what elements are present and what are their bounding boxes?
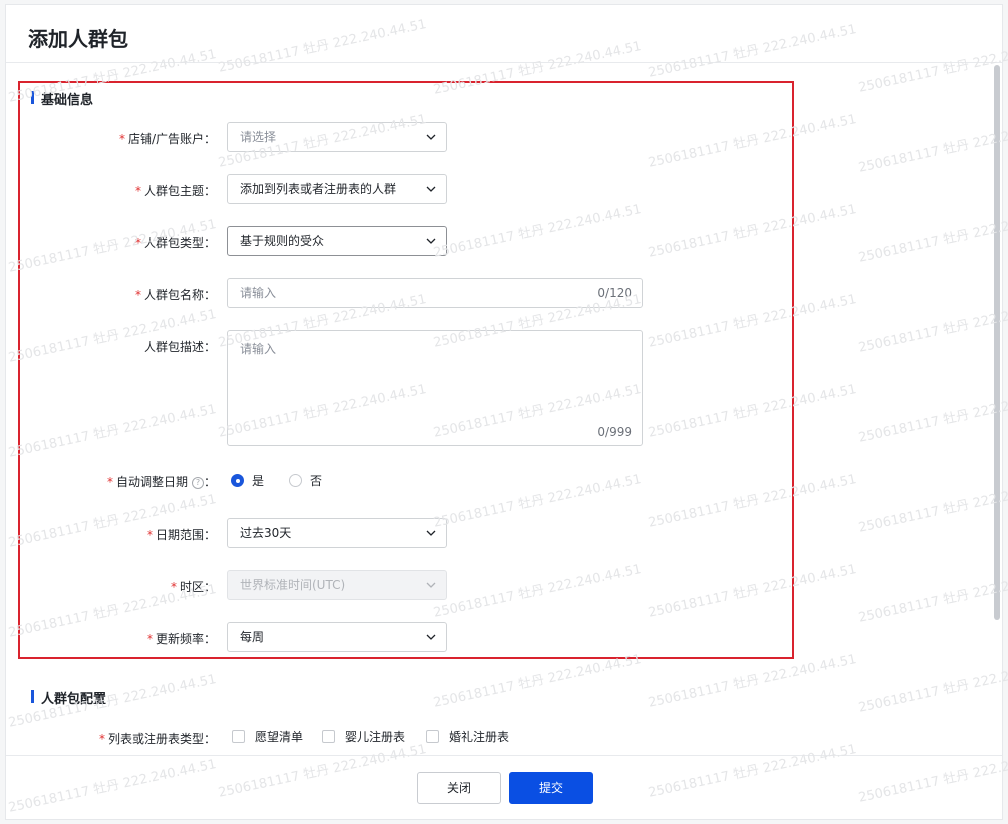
submit-button[interactable]: 提交 xyxy=(509,772,593,804)
date-range-label: * 日期范围： xyxy=(146,528,216,542)
required-star: * xyxy=(170,580,177,594)
frequency-select[interactable]: 每周 xyxy=(227,622,447,652)
required-star: * xyxy=(134,184,141,198)
watermark: 2506181117 牡丹 222.240.44.51 xyxy=(857,747,1008,806)
name-input[interactable]: 请输入 0/120 xyxy=(227,278,643,308)
required-star: * xyxy=(146,528,153,542)
scrollbar[interactable] xyxy=(994,65,1000,620)
desc-label: 人群包描述： xyxy=(143,340,216,354)
watermark: 2506181117 牡丹 222.240.44.51 xyxy=(647,22,858,81)
radio-unselected-icon xyxy=(289,474,302,487)
close-button[interactable]: 关闭 xyxy=(417,772,501,804)
auto-adjust-label: * 自动调整日期?： xyxy=(106,475,216,489)
radio-selected-icon xyxy=(231,474,244,487)
desc-placeholder: 请输入 xyxy=(240,342,277,356)
timezone-value: 世界标准时间(UTC) xyxy=(240,578,346,592)
help-circle-icon[interactable]: ? xyxy=(191,476,204,489)
checkbox-icon xyxy=(426,730,439,743)
name-char-counter: 0/120 xyxy=(597,286,632,300)
date-range-value: 过去30天 xyxy=(240,526,292,540)
chevron-down-icon xyxy=(426,238,436,244)
type-select[interactable]: 基于规则的受众 xyxy=(227,226,447,256)
checkbox-icon xyxy=(232,730,245,743)
watermark: 2506181117 牡丹 222.240.44.51 xyxy=(857,567,1008,626)
frequency-label: * 更新频率： xyxy=(146,632,216,646)
watermark: 2506181117 牡丹 222.240.44.51 xyxy=(217,742,428,801)
chevron-down-icon xyxy=(426,134,436,140)
chevron-down-icon xyxy=(426,582,436,588)
watermark: 2506181117 牡丹 222.240.44.51 xyxy=(857,117,1008,176)
watermark: 2506181117 牡丹 222.240.44.51 xyxy=(857,207,1008,266)
footer-divider xyxy=(6,755,1002,756)
add-audience-dialog: 添加人群包 基础信息 * 店铺/广告账户： 请选择 * 人群包主题： 添加到列表或者… xyxy=(5,4,1008,820)
section-audience-config: 人群包配置 xyxy=(31,688,106,707)
checkbox-wedding-registry[interactable]: 婚礼注册表 xyxy=(426,728,509,745)
store-account-placeholder: 请选择 xyxy=(240,130,277,144)
timezone-label: * 时区： xyxy=(170,580,216,594)
desc-textarea[interactable]: 请输入 0/999 xyxy=(227,330,643,446)
required-star: * xyxy=(106,475,113,489)
dialog-title: 添加人群包 xyxy=(28,27,128,51)
checkbox-wishlist[interactable]: 愿望清单 xyxy=(232,728,303,745)
auto-adjust-yes-radio[interactable]: 是 xyxy=(231,472,264,489)
theme-select[interactable]: 添加到列表或者注册表的人群 xyxy=(227,174,447,204)
date-range-select[interactable]: 过去30天 xyxy=(227,518,447,548)
name-placeholder: 请输入 xyxy=(240,286,277,300)
required-star: * xyxy=(98,732,105,746)
chevron-down-icon xyxy=(426,186,436,192)
watermark: 2506181117 牡丹 222.240.44.51 xyxy=(857,477,1008,536)
type-value: 基于规则的受众 xyxy=(240,234,325,248)
watermark: 2506181117 牡丹 222.240.44.51 xyxy=(857,37,1008,96)
required-star: * xyxy=(134,288,141,302)
store-account-select[interactable]: 请选择 xyxy=(227,122,447,152)
required-star: * xyxy=(134,236,141,250)
theme-label: * 人群包主题： xyxy=(134,184,216,198)
checkbox-baby-registry[interactable]: 婴儿注册表 xyxy=(322,728,405,745)
frequency-value: 每周 xyxy=(240,630,265,644)
name-label: * 人群包名称： xyxy=(134,288,216,302)
required-star: * xyxy=(146,632,153,646)
watermark: 2506181117 牡丹 222.240.44.51 xyxy=(647,742,858,801)
watermark: 2506181117 牡丹 222.240.44.51 xyxy=(857,657,1008,716)
desc-char-counter: 0/999 xyxy=(597,425,632,439)
watermark: 2506181117 牡丹 222.240.44.51 xyxy=(857,387,1008,446)
section-basic-info: 基础信息 xyxy=(31,89,93,108)
required-star: * xyxy=(118,132,125,146)
watermark: 2506181117 牡丹 222.240.44.51 xyxy=(857,297,1008,356)
timezone-select: 世界标准时间(UTC) xyxy=(227,570,447,600)
theme-value: 添加到列表或者注册表的人群 xyxy=(240,182,397,196)
auto-adjust-no-radio[interactable]: 否 xyxy=(289,472,322,489)
type-label: * 人群包类型： xyxy=(134,236,216,250)
watermark: 2506181117 牡丹 222.240.44.51 xyxy=(217,17,428,76)
watermark: 2506181117 牡丹 222.240.44.51 xyxy=(7,757,218,816)
title-divider xyxy=(6,62,1002,63)
checkbox-icon xyxy=(322,730,335,743)
store-account-label: * 店铺/广告账户： xyxy=(118,132,216,146)
chevron-down-icon xyxy=(426,634,436,640)
chevron-down-icon xyxy=(426,530,436,536)
list-type-label: * 列表或注册表类型： xyxy=(98,732,216,746)
